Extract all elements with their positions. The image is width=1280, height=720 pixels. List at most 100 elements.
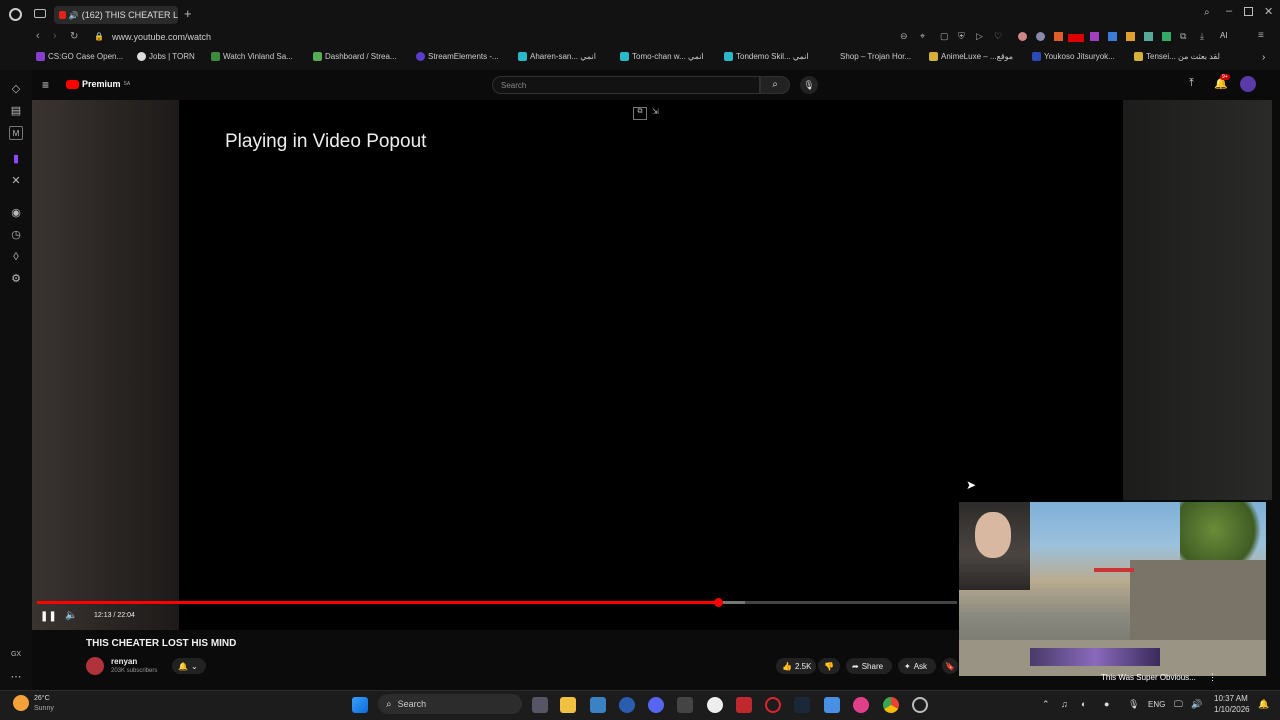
bookmark-item[interactable]: Tensei... لقد بعثت من <box>1134 52 1220 61</box>
gx-icon[interactable]: GX <box>9 648 23 662</box>
save-button[interactable]: 🔖 <box>942 658 958 674</box>
wallet-icon[interactable]: ▤ <box>9 104 23 118</box>
extension-icon[interactable] <box>1054 32 1063 41</box>
player-icon[interactable]: ◉ <box>9 206 23 220</box>
tab-list-icon[interactable] <box>34 9 46 18</box>
extension-icon[interactable] <box>1036 32 1045 41</box>
task-view-icon[interactable] <box>532 697 548 713</box>
search-tabs-icon[interactable]: ⌕ <box>1204 7 1210 18</box>
bookmark-item[interactable]: Dashboard / Strea... <box>313 52 397 61</box>
ai-button[interactable]: AI <box>1220 31 1228 40</box>
forward-button[interactable]: › <box>53 30 57 42</box>
clock-date[interactable]: 1/10/2026 <box>1214 705 1250 714</box>
aria-icon[interactable]: ◇ <box>9 82 23 96</box>
mini-player-more-icon[interactable]: ⋮ <box>1208 672 1217 683</box>
tray-audio-icon[interactable]: ♫ <box>1061 699 1068 709</box>
menu-icon[interactable]: ≡ <box>1258 30 1264 41</box>
channel-name[interactable]: renyan <box>111 657 137 666</box>
bookmarks-overflow-icon[interactable]: › <box>1262 52 1265 63</box>
pin-icon[interactable]: ⌖ <box>920 31 925 42</box>
download-icon[interactable]: ⤓ <box>1200 31 1204 42</box>
more-icon[interactable]: ⋯ <box>9 670 23 684</box>
url-field[interactable]: www.youtube.com/watch <box>112 32 211 42</box>
tab-youtube-video[interactable]: 🔊 (162) THIS CHEATER L <box>54 6 178 24</box>
close-button[interactable]: ✕ <box>1264 5 1273 18</box>
notification-center-icon[interactable]: 🔔 <box>1258 699 1269 710</box>
search-button[interactable]: ⌕ <box>760 76 790 94</box>
network-icon[interactable]: 🖵 <box>1174 699 1183 710</box>
app-icon[interactable] <box>677 697 693 713</box>
weather-sun-icon[interactable] <box>13 695 29 711</box>
play-icon[interactable]: ▷ <box>976 31 983 42</box>
pause-button[interactable]: ❚❚ <box>40 611 57 622</box>
bookmark-item[interactable]: CS:GO Case Open... <box>36 52 123 61</box>
ask-button[interactable]: ✦ Ask <box>898 658 936 674</box>
bookmark-item[interactable]: AnimeLuxe – ...موقع <box>929 52 1013 61</box>
snapshot-icon[interactable]: ▢ <box>940 31 949 42</box>
youtube-logo[interactable]: Premium SA <box>66 79 130 89</box>
voice-search-button[interactable]: 🎙 <box>800 76 818 94</box>
dislike-button[interactable]: 👎 <box>818 658 840 674</box>
upload-icon[interactable]: ⤒ <box>1189 77 1194 90</box>
search-input[interactable]: Search <box>492 76 760 94</box>
app-icon[interactable] <box>912 697 928 713</box>
opera-gx-icon[interactable] <box>765 697 781 713</box>
language-indicator[interactable]: ENG <box>1148 700 1165 709</box>
volume-icon[interactable]: 🔈 <box>65 610 77 621</box>
reload-button[interactable]: ↻ <box>70 31 78 42</box>
app-icon[interactable] <box>853 697 869 713</box>
tray-mic-icon[interactable]: 🎙 <box>1128 699 1139 710</box>
history-icon[interactable]: ◷ <box>9 228 23 242</box>
hamburger-menu-icon[interactable]: ≡ <box>42 78 49 92</box>
app-icon[interactable] <box>707 697 723 713</box>
bookmark-item[interactable]: Shop – Trojan Hor... <box>840 52 911 61</box>
windows-start-icon[interactable] <box>352 697 368 713</box>
tray-chevron-up-icon[interactable]: ⌃ <box>1042 699 1050 710</box>
like-button[interactable]: 👍 2.5K <box>776 658 816 674</box>
bookmark-item[interactable]: StreamElements -... <box>416 52 499 61</box>
x-icon[interactable]: ✕ <box>9 174 23 188</box>
avatar[interactable] <box>1240 76 1256 92</box>
pinboard-icon[interactable]: ◊ <box>9 250 23 264</box>
zoom-icon[interactable]: ⊖ <box>900 31 908 42</box>
store-icon[interactable] <box>590 697 606 713</box>
extension-icon[interactable] <box>1108 32 1117 41</box>
bookmark-item[interactable]: Tomo-chan w... انمي <box>620 52 704 61</box>
settings-icon[interactable]: ⚙ <box>9 272 23 286</box>
bookmark-item[interactable]: Jobs | TORN <box>137 52 195 61</box>
channel-avatar[interactable] <box>86 657 104 675</box>
steam-icon[interactable] <box>794 697 810 713</box>
exit-popout-icon[interactable]: ⇲ <box>652 107 659 116</box>
chrome-icon[interactable] <box>883 697 899 713</box>
new-tab-button[interactable]: + <box>184 6 192 21</box>
bookmark-item[interactable]: Aharen-san... انمي <box>518 52 596 61</box>
progress-scrubber-handle[interactable] <box>713 598 723 607</box>
bookmark-item[interactable]: Watch Vinland Sa... <box>211 52 293 61</box>
tray-app-icon[interactable]: ● <box>1104 699 1109 709</box>
speaker-icon[interactable]: 🔊 <box>69 11 79 20</box>
volume-icon[interactable]: 🔊 <box>1191 699 1202 710</box>
twitch-icon[interactable]: ▮ <box>9 152 23 166</box>
taskbar-search[interactable]: ⌕ Search <box>378 694 522 714</box>
extension-sidebar-icon[interactable]: M <box>9 126 23 140</box>
notepad-icon[interactable] <box>824 697 840 713</box>
opera-logo-icon[interactable] <box>9 8 22 21</box>
notification-bell-button[interactable]: 🔔 ⌄ <box>172 658 206 674</box>
heart-icon[interactable]: ♡ <box>994 31 1002 42</box>
bookmark-item[interactable]: Tondemo Skil... انمي <box>724 52 809 61</box>
file-explorer-icon[interactable] <box>560 697 576 713</box>
shield-icon[interactable]: ⛨ <box>958 31 965 42</box>
maximize-button[interactable] <box>1244 7 1253 16</box>
extension-icon[interactable] <box>1162 32 1171 41</box>
extension-icon[interactable] <box>1090 32 1099 41</box>
tray-app-icon[interactable]: ◐ <box>1081 699 1086 709</box>
app-icon[interactable] <box>736 697 752 713</box>
back-button[interactable]: ‹ <box>36 30 40 42</box>
minimize-button[interactable]: – <box>1226 5 1232 17</box>
clock-time[interactable]: 10:37 AM <box>1214 694 1248 703</box>
extension-icon[interactable] <box>1018 32 1027 41</box>
puzzle-icon[interactable]: ⧉ <box>1180 31 1186 42</box>
app-icon[interactable] <box>619 697 635 713</box>
discord-icon[interactable] <box>648 697 664 713</box>
share-button[interactable]: ➦ Share <box>846 658 892 674</box>
